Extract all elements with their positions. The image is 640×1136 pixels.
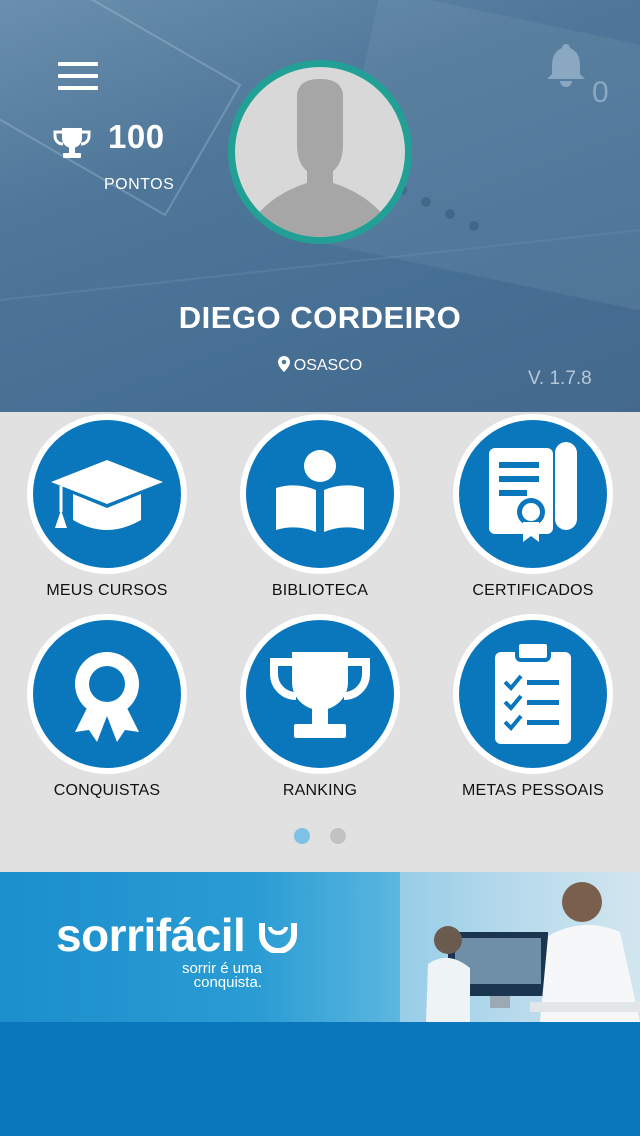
- location-pin-icon: [277, 356, 290, 372]
- tile-metas-pessoais[interactable]: METAS PESSOAIS: [443, 614, 623, 800]
- award-ribbon-icon: [75, 652, 139, 742]
- tile-circle: [27, 414, 187, 574]
- hamburger-menu-icon[interactable]: [58, 62, 98, 94]
- footer-bar: [0, 1022, 640, 1136]
- user-name: DIEGO CORDEIRO: [178, 300, 462, 335]
- app-version: V. 1.7.8: [528, 368, 592, 389]
- tile-circle: [27, 614, 187, 774]
- points-label: PONTOS: [104, 176, 175, 193]
- location-label: OSASCO: [293, 357, 363, 374]
- tile-biblioteca[interactable]: BIBLIOTECA: [230, 414, 410, 600]
- tile-ranking[interactable]: RANKING: [230, 614, 410, 800]
- tile-label: CERTIFICADOS: [472, 582, 594, 599]
- profile-header: 100 PONTOS 0 DIEGO CORDEIRO OSASCO V. 1.…: [0, 0, 640, 412]
- tile-label: METAS PESSOAIS: [461, 782, 605, 799]
- page-dot-1[interactable]: [293, 828, 310, 844]
- bell-icon[interactable]: [544, 40, 588, 88]
- tile-label: CONQUISTAS: [53, 782, 161, 799]
- tile-circle: [453, 414, 613, 574]
- checklist-clipboard-icon: [495, 640, 571, 744]
- tile-label: MEUS CURSOS: [46, 582, 168, 599]
- points-value: 100: [108, 118, 165, 155]
- brand-name: sorrifácil: [56, 909, 246, 961]
- tile-certificados[interactable]: CERTIFICADOS: [443, 414, 623, 600]
- brand-slogan: sorrir é uma conquista.: [170, 961, 262, 991]
- page-dot-2[interactable]: [330, 828, 347, 844]
- page-indicator: [0, 828, 640, 849]
- smile-logo-icon: [258, 923, 297, 954]
- menu-grid: MEUS CURSOS BIBLIOTECA CERTIFICADOS CONQ…: [0, 412, 640, 872]
- avatar[interactable]: [228, 60, 412, 244]
- notification-count: 0: [592, 76, 609, 109]
- tile-circle: [240, 614, 400, 774]
- user-silhouette-icon: [255, 79, 385, 237]
- reader-book-icon: [276, 450, 364, 532]
- graduation-cap-icon: [51, 460, 163, 530]
- promo-banner[interactable]: sorrifácil sorrir é uma conquista.: [0, 872, 640, 1022]
- tile-label: BIBLIOTECA: [271, 582, 369, 599]
- tile-label: RANKING: [282, 782, 358, 799]
- certificate-icon: [489, 442, 577, 542]
- tile-circle: [240, 414, 400, 574]
- tile-conquistas[interactable]: CONQUISTAS: [17, 614, 197, 800]
- brand-logo: sorrifácil: [56, 908, 298, 962]
- slogan-line-2: conquista.: [193, 974, 262, 991]
- trophy-icon: [270, 652, 370, 738]
- tile-circle: [453, 614, 613, 774]
- trophy-icon: [53, 128, 91, 158]
- tile-meus-cursos[interactable]: MEUS CURSOS: [17, 414, 197, 600]
